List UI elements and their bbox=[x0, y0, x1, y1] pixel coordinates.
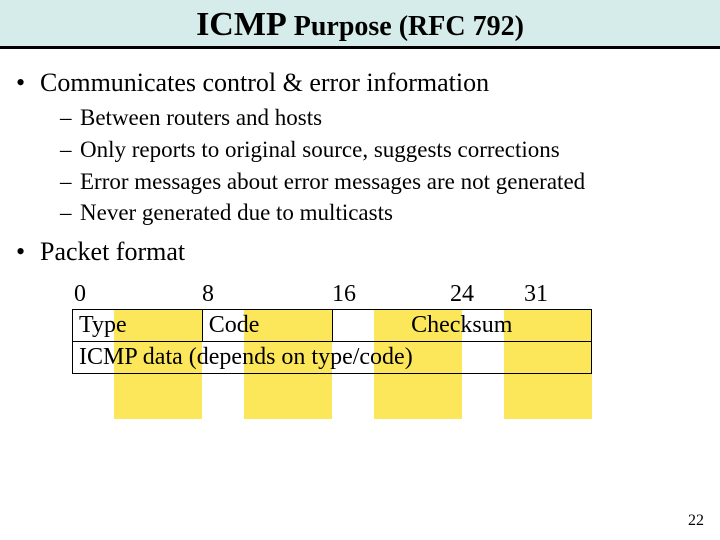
bullet-item: Communicates control & error information… bbox=[12, 67, 708, 228]
tick-label: 24 bbox=[450, 281, 474, 308]
packet-table: Type Code Checksum ICMP data (depends on… bbox=[72, 309, 592, 374]
content: Communicates control & error information… bbox=[0, 49, 720, 374]
tick-label: 16 bbox=[332, 281, 356, 308]
field-data: ICMP data (depends on type/code) bbox=[73, 342, 592, 374]
sub-item: Between routers and hosts bbox=[60, 104, 708, 133]
table-row: Type Code Checksum bbox=[73, 310, 592, 342]
title-strong: ICMP bbox=[196, 6, 287, 43]
sub-item: Only reports to original source, suggest… bbox=[60, 136, 708, 165]
field-code: Code bbox=[202, 310, 332, 342]
sub-list: Between routers and hosts Only reports t… bbox=[60, 104, 708, 228]
tick-label: 0 bbox=[74, 281, 86, 308]
field-type: Type bbox=[73, 310, 203, 342]
sub-item: Never generated due to multicasts bbox=[60, 199, 708, 228]
bullet-text: Communicates control & error information bbox=[40, 68, 489, 97]
bullet-item: Packet format bbox=[12, 236, 708, 267]
page-number: 22 bbox=[688, 512, 704, 530]
title-rest: Purpose (RFC 792) bbox=[287, 11, 524, 42]
sub-item: Error messages about error messages are … bbox=[60, 168, 708, 197]
bullet-list: Communicates control & error information… bbox=[12, 67, 708, 267]
bit-ruler: 0 8 16 24 31 bbox=[72, 281, 592, 309]
tick-label: 8 bbox=[202, 281, 214, 308]
title-bar: ICMP Purpose (RFC 792) bbox=[0, 0, 720, 49]
tick-label: 31 bbox=[524, 281, 548, 308]
table-row: ICMP data (depends on type/code) bbox=[73, 342, 592, 374]
bullet-text: Packet format bbox=[40, 237, 185, 266]
packet-format: 0 8 16 24 31 Type Code Chec bbox=[72, 281, 592, 374]
slide: ICMP Purpose (RFC 792) Communicates cont… bbox=[0, 0, 720, 540]
field-checksum: Checksum bbox=[332, 310, 592, 342]
